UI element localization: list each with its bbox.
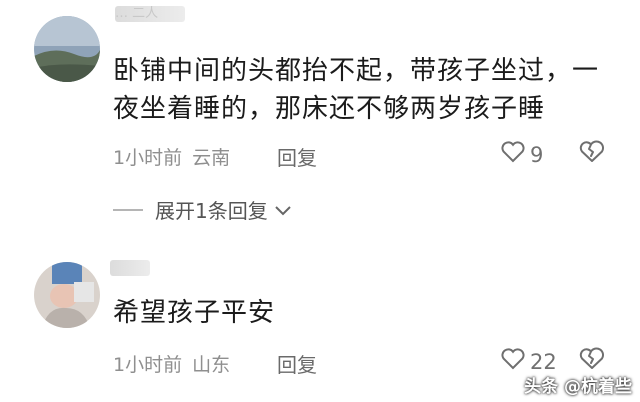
comment-text-line: 希望孩子平安 bbox=[113, 298, 276, 328]
like-count: 9 bbox=[530, 142, 544, 167]
reply-button[interactable]: 回复 bbox=[277, 142, 317, 171]
like-button[interactable]: 9 bbox=[500, 140, 543, 169]
divider bbox=[113, 208, 143, 211]
comment-location: 山东 bbox=[192, 354, 231, 376]
broken-heart-icon bbox=[578, 140, 606, 168]
username[interactable] bbox=[110, 260, 150, 276]
dislike-button[interactable] bbox=[578, 140, 606, 168]
reply-button[interactable]: 回复 bbox=[277, 349, 317, 378]
comment-text-line: 夜坐着睡的，那床还不够两岁孩子睡 bbox=[113, 94, 546, 124]
comment-text-line: 卧铺中间的头都抬不起，带孩子坐过，一 bbox=[113, 56, 600, 86]
like-count: 22 bbox=[530, 349, 557, 374]
chevron-down-icon bbox=[274, 198, 292, 222]
heart-outline-icon bbox=[500, 140, 530, 169]
avatar[interactable] bbox=[34, 16, 100, 82]
comment-meta: 1小时前 云南 bbox=[113, 143, 230, 170]
comment-text: 希望孩子平安 bbox=[113, 294, 613, 332]
watermark: 头条 @杭着些 bbox=[524, 377, 632, 397]
expand-replies-label: 展开1条回复 bbox=[155, 199, 268, 223]
avatar[interactable] bbox=[34, 262, 100, 328]
username[interactable]: … 二人 bbox=[115, 6, 185, 22]
comment-text: 卧铺中间的头都抬不起，带孩子坐过，一 夜坐着睡的，那床还不够两岁孩子睡 bbox=[113, 52, 613, 128]
expand-replies-button[interactable]: 展开1条回复 bbox=[113, 195, 292, 224]
dislike-button[interactable] bbox=[578, 347, 606, 375]
comment-meta: 1小时前 山东 bbox=[113, 350, 230, 377]
comment-time: 1小时前 bbox=[113, 354, 183, 376]
comment-time: 1小时前 bbox=[113, 147, 183, 169]
comment-location: 云南 bbox=[192, 147, 231, 169]
